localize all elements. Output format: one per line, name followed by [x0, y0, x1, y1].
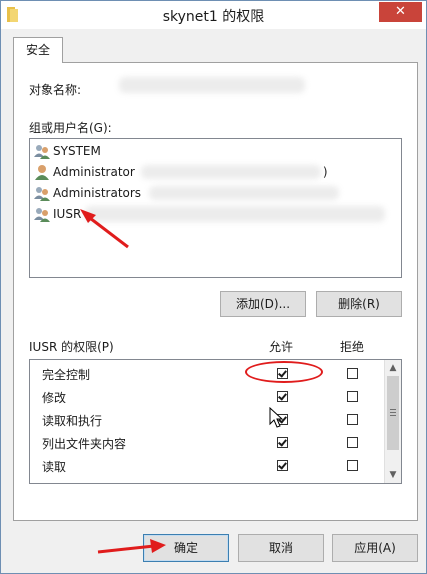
allow-checkbox[interactable]: [277, 391, 288, 402]
permission-name: 修改: [42, 391, 67, 405]
cancel-button[interactable]: 取消: [238, 534, 324, 562]
permission-row: 读取和执行: [30, 408, 385, 431]
permission-row: 读取: [30, 454, 385, 477]
mouse-cursor-icon: [269, 407, 283, 428]
remove-button[interactable]: 删除(R): [316, 291, 402, 317]
redacted-object-name: [119, 77, 305, 93]
tab-security[interactable]: 安全: [13, 37, 63, 63]
deny-checkbox[interactable]: [347, 414, 358, 425]
annotation-arrow-icon: [97, 539, 166, 554]
allow-checkbox[interactable]: [277, 437, 288, 448]
annotation-ellipse: [245, 361, 323, 383]
scrollbar-thumb[interactable]: [387, 376, 399, 450]
allow-checkbox[interactable]: [277, 460, 288, 471]
permissions-dialog: skynet1 的权限 ✕ 安全 对象名称: 组或用户名(G): SYSTEM …: [0, 0, 427, 574]
group-user-label: 组或用户名(G):: [29, 121, 112, 135]
permissions-scrollbar[interactable]: ▲ ▼: [384, 360, 401, 483]
scroll-up-arrow-icon[interactable]: ▲: [385, 360, 401, 376]
annotation-arrow-icon: [80, 209, 129, 249]
redacted-account: [140, 165, 321, 179]
close-button[interactable]: ✕: [379, 2, 422, 22]
group-users-icon: [34, 145, 50, 159]
group-users-icon: [34, 208, 50, 222]
apply-button[interactable]: 应用(A): [332, 534, 418, 562]
redacted-account: [149, 186, 340, 200]
permission-name: 写入: [42, 481, 66, 483]
list-item-label: SYSTEM: [53, 144, 101, 158]
list-item-system[interactable]: SYSTEM: [34, 141, 101, 161]
permission-name: 读取和执行: [42, 414, 103, 428]
permissions-list: 完全控制 修改 读取和执行 列出文件夹内容 读取 写入: [29, 359, 402, 484]
allow-column-header: 允许: [269, 340, 294, 354]
window-title: skynet1 的权限: [162, 9, 265, 25]
permission-row: 列出文件夹内容: [30, 431, 385, 454]
list-item-administrator[interactable]: Administrator ): [34, 162, 328, 182]
user-icon: [35, 165, 49, 180]
group-users-icon: [34, 187, 50, 201]
add-button[interactable]: 添加(D)...: [220, 291, 306, 317]
deny-column-header: 拒绝: [340, 340, 365, 354]
list-item-label: Administrator: [53, 165, 135, 179]
permission-row: 修改: [30, 385, 385, 408]
scroll-down-arrow-icon[interactable]: ▼: [385, 467, 401, 483]
allow-checkbox[interactable]: [277, 483, 288, 484]
permission-row: 写入: [30, 477, 385, 484]
list-item-label: Administrators: [53, 186, 142, 200]
deny-checkbox[interactable]: [347, 437, 358, 448]
permission-name: 完全控制: [42, 368, 91, 382]
permission-row: 完全控制: [30, 362, 385, 385]
title-bar[interactable]: skynet1 的权限 ✕: [1, 1, 426, 29]
list-item-administrators[interactable]: Administrators: [34, 183, 340, 203]
object-name-label: 对象名称:: [29, 83, 82, 97]
deny-checkbox[interactable]: [347, 391, 358, 402]
deny-checkbox[interactable]: [347, 483, 358, 484]
permissions-label: IUSR 的权限(P): [29, 340, 114, 354]
list-item-suffix: ): [322, 165, 328, 179]
deny-checkbox[interactable]: [347, 368, 358, 379]
permission-name: 列出文件夹内容: [42, 437, 127, 451]
permission-name: 读取: [42, 460, 67, 474]
deny-checkbox[interactable]: [347, 460, 358, 471]
